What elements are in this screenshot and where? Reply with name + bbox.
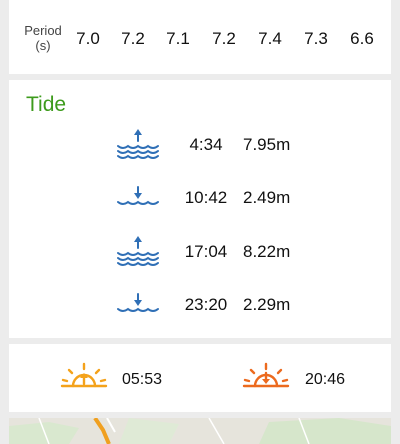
low-tide-icon [117, 186, 159, 205]
tide-time: 10:42 [184, 188, 228, 207]
tide-time: 17:04 [184, 242, 228, 261]
period-label-title: Period [24, 23, 62, 38]
period-value: 6.6 [350, 29, 374, 48]
period-value: 7.1 [166, 29, 190, 48]
tide-title: Tide [26, 93, 67, 116]
tide-map[interactable] [9, 418, 391, 444]
tide-card: Tide 4:34 7.95m 10:42 2.49m 17:04 8.22m … [9, 80, 391, 338]
period-value: 7.4 [258, 29, 282, 48]
period-label-unit: (s) [35, 38, 51, 53]
sunrise-icon [60, 362, 108, 388]
tide-row: 10:42 2.49m [9, 181, 391, 215]
tide-height: 8.22m [243, 242, 291, 261]
tide-row: 4:34 7.95m [9, 128, 391, 162]
period-card: Period (s) 7.0 7.2 7.1 7.2 7.4 7.3 6.6 [9, 0, 391, 74]
tide-height: 2.49m [243, 188, 291, 207]
sun-card: 05:53 20:46 [9, 344, 391, 412]
high-tide-icon [117, 129, 159, 159]
tide-height: 2.29m [243, 295, 291, 314]
tide-row: 17:04 8.22m [9, 235, 391, 269]
tide-time: 23:20 [184, 295, 228, 314]
sunrise-time: 05:53 [122, 371, 163, 388]
period-value: 7.0 [76, 29, 100, 48]
tide-time: 4:34 [189, 135, 223, 154]
map-graphic [9, 418, 391, 444]
low-tide-icon [117, 293, 159, 312]
period-value: 7.2 [212, 29, 236, 48]
tide-row: 23:20 2.29m [9, 288, 391, 322]
tide-height: 7.95m [243, 135, 291, 154]
period-value: 7.3 [304, 29, 328, 48]
period-label: Period (s) [24, 23, 62, 53]
period-value: 7.2 [121, 29, 145, 48]
high-tide-icon [117, 236, 159, 266]
sunset-icon [242, 362, 290, 388]
sunset-time: 20:46 [305, 371, 346, 388]
